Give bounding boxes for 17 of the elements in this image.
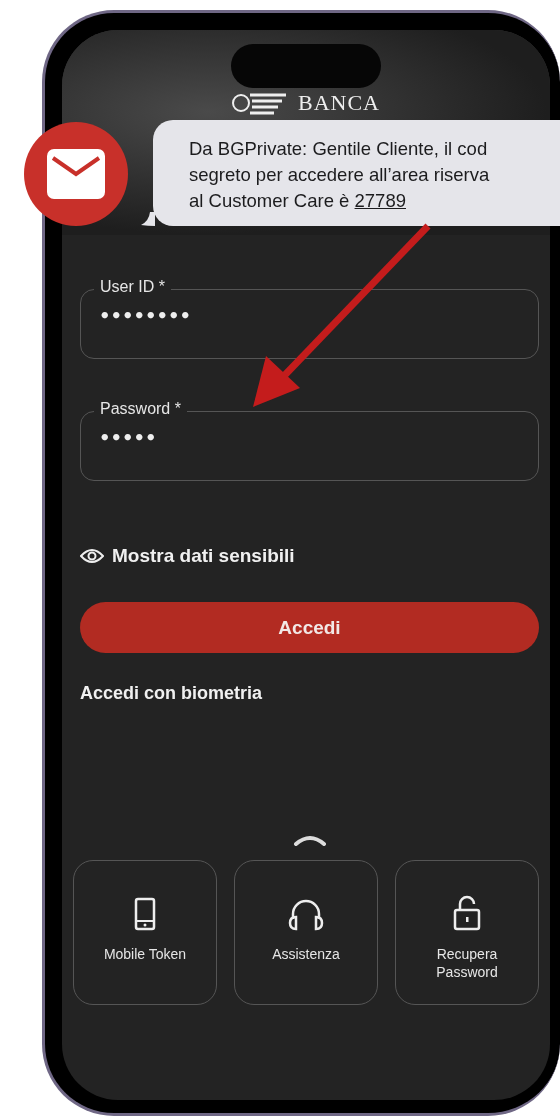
message-text: Da BGPrivate: Gentile Cliente, il cod segreto per accedere all’area riserva al Customer Care è 27789 <box>189 137 491 213</box>
chevron-up-icon[interactable] <box>292 834 327 846</box>
logo-text: BANCA <box>298 90 380 116</box>
tile-label: Assistenza <box>272 945 340 963</box>
phone-icon <box>134 897 156 931</box>
shortcut-tile[interactable]: Recupera Password <box>395 860 539 1005</box>
bank-logo-icon <box>232 91 288 115</box>
shortcut-tile[interactable]: Mobile Token <box>73 860 217 1005</box>
shortcut-tile[interactable]: Assistenza <box>234 860 378 1005</box>
eye-icon[interactable] <box>80 548 104 564</box>
tile-label: Recupera Password <box>435 945 499 981</box>
tile-label: Mobile Token <box>103 945 187 963</box>
headset-icon <box>287 897 325 931</box>
unlocked-padlock-icon <box>452 895 482 931</box>
login-button[interactable]: Accedi <box>80 602 539 653</box>
show-data-toggle[interactable]: Mostra dati sensibili <box>112 545 295 567</box>
biometric-login-link[interactable]: Accedi con biometria <box>80 683 263 704</box>
